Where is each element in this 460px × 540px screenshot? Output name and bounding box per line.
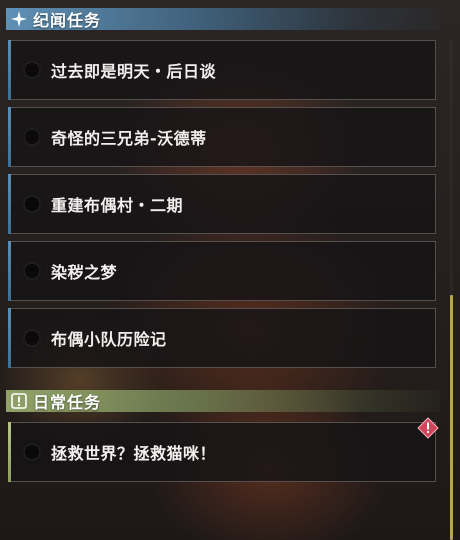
quest-status-circle xyxy=(23,61,41,79)
quest-label: 奇怪的三兄弟-沃德蒂 xyxy=(51,129,207,148)
quest-label: 过去即是明天・后日谈 xyxy=(51,62,217,81)
alert-icon xyxy=(417,417,439,439)
quest-item[interactable]: 拯救世界？拯救猫咪！ xyxy=(8,422,436,482)
category-title: 纪闻任务 xyxy=(33,11,102,30)
quest-status-circle xyxy=(23,443,41,461)
quest-label: 重建布偶村・二期 xyxy=(51,196,184,215)
category-header-story: 纪闻任务 xyxy=(6,8,440,30)
quest-status-circle xyxy=(23,195,41,213)
quest-status-circle xyxy=(23,128,41,146)
quest-label: 布偶小队历险记 xyxy=(51,330,167,349)
quest-item[interactable]: 重建布偶村・二期 xyxy=(8,174,436,234)
quest-item[interactable]: 奇怪的三兄弟-沃德蒂 xyxy=(8,107,436,167)
quest-label: 染秽之梦 xyxy=(51,263,118,282)
quest-status-circle xyxy=(23,262,41,280)
sparkle-icon xyxy=(10,10,28,28)
quest-item[interactable]: 布偶小队历险记 xyxy=(8,308,436,368)
exclamation-icon xyxy=(10,392,28,410)
quest-item[interactable]: 染秽之梦 xyxy=(8,241,436,301)
scrollbar-thumb[interactable] xyxy=(450,295,453,540)
quest-label: 拯救世界？拯救猫咪！ xyxy=(51,444,217,463)
category-title: 日常任务 xyxy=(33,393,102,412)
quest-item[interactable]: 过去即是明天・后日谈 xyxy=(8,40,436,100)
category-header-daily: 日常任务 xyxy=(6,390,440,412)
quest-status-circle xyxy=(23,329,41,347)
